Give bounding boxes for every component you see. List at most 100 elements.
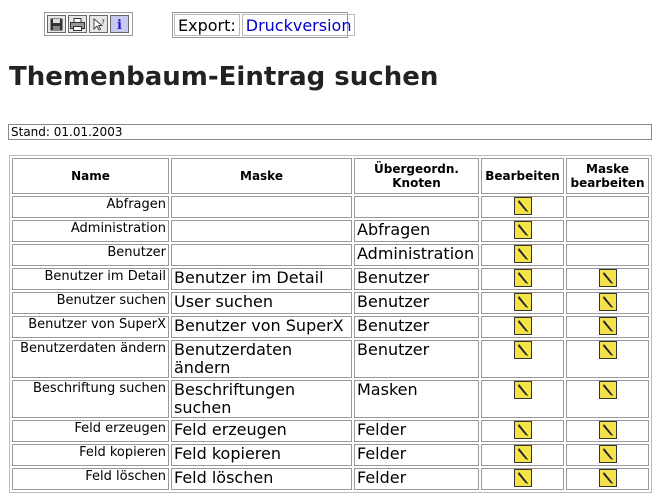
edit-mask-pencil-icon[interactable] [598, 421, 617, 439]
row-parent: Felder [354, 420, 479, 442]
table-row: Feld löschen Feld löschen Felder [12, 468, 649, 490]
row-name: Benutzerdaten ändern [12, 340, 169, 378]
edit-pencil-icon[interactable] [513, 269, 532, 287]
row-name: Beschriftung suchen [12, 380, 169, 418]
table-header-row: Name Maske Übergeordn. Knoten Bearbeiten… [12, 158, 649, 194]
row-parent: Felder [354, 468, 479, 490]
edit-mask-pencil-icon[interactable] [598, 381, 617, 399]
edit-mask-pencil-icon[interactable] [598, 341, 617, 359]
header-name: Name [12, 158, 169, 194]
row-parent: Benutzer [354, 268, 479, 290]
row-name: Feld kopieren [12, 444, 169, 466]
row-edit-cell [481, 380, 564, 418]
row-parent: Abfragen [354, 220, 479, 242]
table-row: Feld erzeugen Feld erzeugen Felder [12, 420, 649, 442]
row-edit-cell [481, 340, 564, 378]
header-edit: Bearbeiten [481, 158, 564, 194]
edit-pencil-icon[interactable] [513, 421, 532, 439]
row-parent: Felder [354, 444, 479, 466]
row-edit-cell [481, 444, 564, 466]
row-name: Benutzer [12, 244, 169, 266]
row-edit-cell [481, 244, 564, 266]
edit-pencil-icon[interactable] [513, 293, 532, 311]
header-parent: Übergeordn. Knoten [354, 158, 479, 194]
save-icon[interactable] [47, 15, 66, 33]
print-icon[interactable] [68, 15, 87, 33]
export-box: Export: Druckversion [172, 12, 356, 38]
row-edit-mask-cell [566, 340, 649, 378]
export-label: Export: [174, 14, 240, 36]
row-name: Abfragen [12, 196, 169, 218]
row-maske: Feld erzeugen [171, 420, 352, 442]
row-edit-cell [481, 268, 564, 290]
row-edit-cell [481, 468, 564, 490]
edit-pencil-icon[interactable] [513, 469, 532, 487]
edit-pencil-icon[interactable] [513, 245, 532, 263]
row-edit-mask-cell [566, 268, 649, 290]
row-parent: Benutzer [354, 316, 479, 338]
table-row: Benutzer Administration [12, 244, 649, 266]
row-maske: Benutzer im Detail [171, 268, 352, 290]
table-row: Abfragen [12, 196, 649, 218]
stand-date: Stand: 01.01.2003 [8, 124, 652, 140]
row-parent: Benutzer [354, 292, 479, 314]
row-edit-mask-cell [566, 444, 649, 466]
help-icon[interactable]: ? [89, 15, 108, 33]
svg-text:i: i [117, 18, 122, 31]
row-edit-mask-cell [566, 316, 649, 338]
toolbar: ? i [44, 12, 133, 36]
edit-pencil-icon[interactable] [513, 197, 532, 215]
row-maske [171, 244, 352, 266]
row-maske [171, 196, 352, 218]
edit-pencil-icon[interactable] [513, 445, 532, 463]
info-icon[interactable]: i [110, 15, 129, 33]
row-edit-mask-cell [566, 196, 649, 218]
row-name: Feld erzeugen [12, 420, 169, 442]
table-row: Administration Abfragen [12, 220, 649, 242]
row-name: Benutzer suchen [12, 292, 169, 314]
page-title: Themenbaum-Eintrag suchen [9, 62, 439, 92]
table-row: Benutzer suchen User suchen Benutzer [12, 292, 649, 314]
edit-mask-pencil-icon[interactable] [598, 293, 617, 311]
row-edit-mask-cell [566, 420, 649, 442]
row-parent: Masken [354, 380, 479, 418]
row-parent [354, 196, 479, 218]
results-table: Name Maske Übergeordn. Knoten Bearbeiten… [9, 155, 652, 493]
row-edit-mask-cell [566, 380, 649, 418]
row-maske: Benutzerdaten ändern [171, 340, 352, 378]
row-maske: Benutzer von SuperX [171, 316, 352, 338]
row-edit-cell [481, 420, 564, 442]
row-edit-cell [481, 316, 564, 338]
edit-mask-pencil-icon[interactable] [598, 445, 617, 463]
table-row: Benutzer von SuperX Benutzer von SuperX Be… [12, 316, 649, 338]
row-maske: User suchen [171, 292, 352, 314]
row-name: Benutzer im Detail [12, 268, 169, 290]
header-edit-mask: Maske bearbeiten [566, 158, 649, 194]
row-maske: Beschriftungen suchen [171, 380, 352, 418]
edit-mask-pencil-icon[interactable] [598, 469, 617, 487]
svg-text:?: ? [101, 19, 104, 26]
row-name: Benutzer von SuperX [12, 316, 169, 338]
row-maske [171, 220, 352, 242]
row-edit-cell [481, 292, 564, 314]
row-edit-mask-cell [566, 244, 649, 266]
edit-mask-pencil-icon[interactable] [598, 317, 617, 335]
row-name: Feld löschen [12, 468, 169, 490]
table-row: Beschriftung suchen Beschriftungen suchen… [12, 380, 649, 418]
row-edit-mask-cell [566, 292, 649, 314]
edit-pencil-icon[interactable] [513, 317, 532, 335]
row-edit-cell [481, 220, 564, 242]
header-maske: Maske [171, 158, 352, 194]
table-row: Feld kopieren Feld kopieren Felder [12, 444, 649, 466]
edit-pencil-icon[interactable] [513, 221, 532, 239]
row-name: Administration [12, 220, 169, 242]
edit-pencil-icon[interactable] [513, 381, 532, 399]
edit-mask-pencil-icon[interactable] [598, 269, 617, 287]
row-edit-mask-cell [566, 220, 649, 242]
druckversion-link[interactable]: Druckversion [241, 14, 356, 36]
row-edit-cell [481, 196, 564, 218]
edit-pencil-icon[interactable] [513, 341, 532, 359]
row-edit-mask-cell [566, 468, 649, 490]
row-maske: Feld löschen [171, 468, 352, 490]
table-row: Benutzer im Detail Benutzer im Detail Benu… [12, 268, 649, 290]
